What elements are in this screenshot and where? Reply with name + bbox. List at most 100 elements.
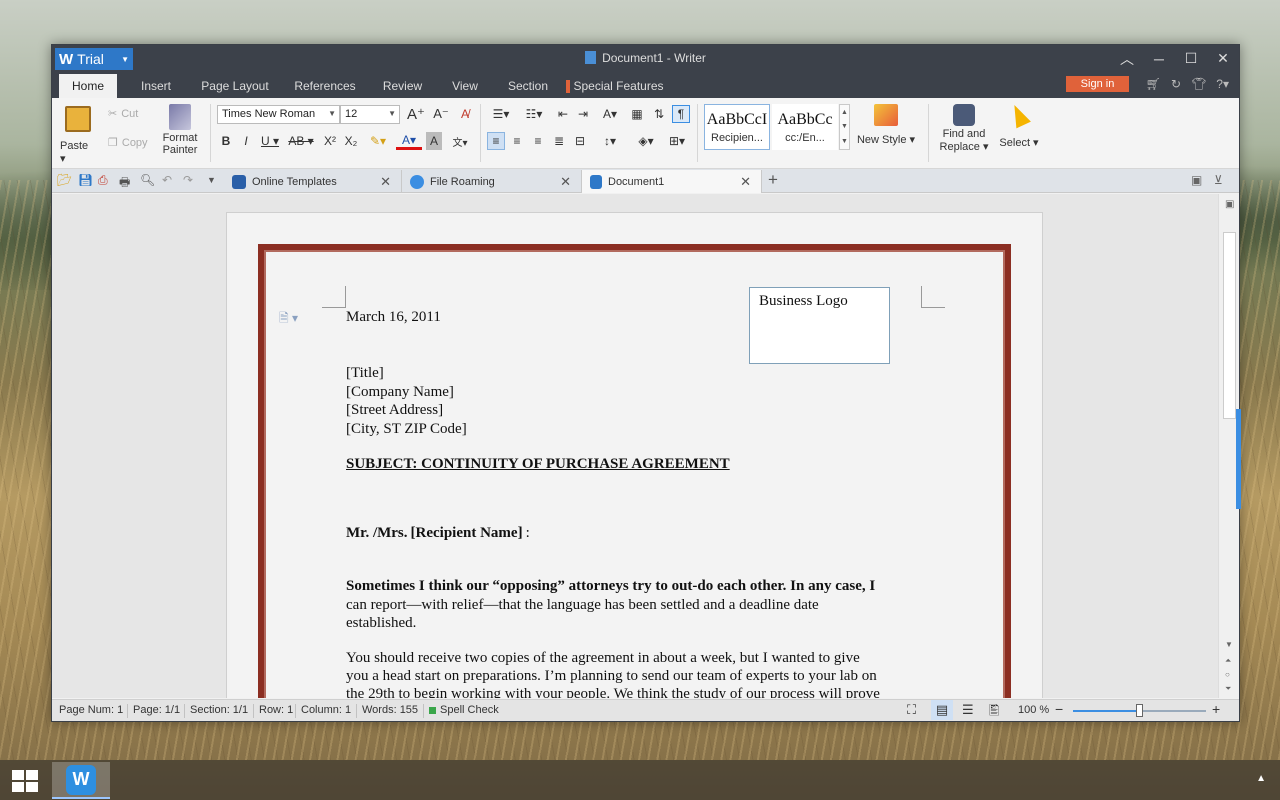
collapse-ribbon-button[interactable]: ︿ [1111, 45, 1143, 72]
recipient-address[interactable]: [Title] [Company Name] [Street Address] … [346, 364, 467, 438]
clear-format-icon[interactable]: A̸ [456, 105, 474, 123]
refresh-icon[interactable]: ↻ [1171, 77, 1181, 91]
web-view-icon[interactable]: 🖺︎ [989, 702, 999, 724]
tab-view[interactable]: View [435, 72, 495, 98]
shirt-icon[interactable]: 👕︎ [1191, 77, 1206, 91]
body-paragraph-1[interactable]: Sometimes I think our “opposing” attorne… [346, 577, 926, 633]
close-button[interactable]: ✕ [1207, 45, 1239, 72]
minimize-button[interactable]: ─ [1143, 45, 1175, 72]
customize-toolbar-icon[interactable]: ▼ [207, 175, 216, 185]
windows-start-icon[interactable] [12, 770, 38, 792]
justify-icon[interactable]: ≣ [550, 132, 568, 150]
tab-file-roaming[interactable]: File Roaming ✕ [402, 170, 582, 193]
export-pdf-icon[interactable]: ⎙ [98, 173, 108, 188]
highlight-icon[interactable]: ✎▾ [365, 132, 391, 150]
salutation[interactable]: Mr. /Mrs. [Recipient Name]: [346, 525, 530, 542]
underline-icon[interactable]: U ▾ [257, 132, 283, 150]
bullets-icon[interactable]: ☰▾ [487, 105, 515, 123]
zoom-slider[interactable] [1073, 704, 1206, 717]
style-recipient[interactable]: AaBbCcI Recipien... [704, 104, 770, 150]
decrease-indent-icon[interactable]: ⇤ [554, 105, 572, 123]
superscript-icon[interactable]: X² [321, 132, 339, 150]
increase-indent-icon[interactable]: ⇥ [574, 105, 592, 123]
tab-insert[interactable]: Insert [124, 72, 188, 98]
paste-button[interactable]: Paste ▾ [60, 106, 96, 165]
letter-date[interactable]: March 16, 2011 [346, 309, 441, 326]
scrollbar-thumb[interactable] [1223, 232, 1236, 419]
tab-options-icon[interactable]: ⊻ [1214, 173, 1223, 187]
grow-font-icon[interactable]: A⁺ [407, 105, 425, 123]
tab-online-templates[interactable]: Online Templates ✕ [224, 170, 402, 193]
next-page-icon[interactable]: ⏷ [1225, 684, 1231, 694]
document-page[interactable]: 🗎︎ ▾ Business Logo March 16, 2011 [Title… [226, 212, 1043, 698]
tab-section[interactable]: Section [495, 72, 561, 98]
zoom-level[interactable]: 100 % [1018, 704, 1049, 716]
show-marks-icon[interactable]: ¶ [672, 105, 690, 123]
numbering-icon[interactable]: ☷▾ [520, 105, 548, 123]
font-size-select[interactable]: 12 ▼ [340, 105, 400, 124]
close-icon[interactable]: ✕ [560, 174, 571, 190]
document-canvas[interactable]: 🗎︎ ▾ Business Logo March 16, 2011 [Title… [52, 194, 1220, 698]
new-style-button[interactable]: New Style ▾ [856, 104, 916, 146]
line-spacing-icon[interactable]: ↕▾ [596, 132, 624, 150]
save-icon[interactable]: 💾︎ [78, 173, 93, 187]
cart-icon[interactable]: 🛒︎ [1146, 77, 1161, 91]
align-right-icon[interactable]: ≡ [529, 132, 547, 150]
tab-document1[interactable]: Document1 ✕ [582, 170, 762, 193]
styles-scroll[interactable]: ▲ ▼ ▼ [839, 104, 850, 150]
zoom-slider-knob[interactable] [1135, 704, 1143, 717]
tab-references[interactable]: References [280, 72, 370, 98]
business-logo-placeholder[interactable]: Business Logo [749, 287, 890, 364]
bold-icon[interactable]: B [217, 132, 235, 150]
copy-button[interactable]: ❐ Copy [108, 136, 148, 150]
tab-home[interactable]: Home [59, 72, 117, 98]
close-icon[interactable]: ✕ [740, 174, 751, 190]
format-painter-button[interactable]: Format Painter [158, 104, 202, 156]
print-preview-icon[interactable]: 🔍︎ [140, 173, 155, 187]
undo-icon[interactable]: ↶ [162, 173, 172, 187]
distributed-icon[interactable]: ⊟ [571, 132, 589, 150]
font-name-select[interactable]: Times New Roman ▼ [217, 105, 340, 124]
redo-icon[interactable]: ↷ [183, 173, 193, 187]
scroll-down-arrow-icon[interactable]: ▼ [1225, 640, 1233, 649]
shading-icon[interactable]: ◈▾ [632, 132, 660, 150]
char-shading-icon[interactable]: A [426, 132, 442, 150]
page-view-icon[interactable]: ▤ [931, 700, 953, 720]
shrink-font-icon[interactable]: A⁻ [432, 105, 450, 123]
style-cc-enclosure[interactable]: AaBbCc cc:/En... [772, 104, 838, 150]
previous-page-icon[interactable]: ⏶ [1225, 656, 1231, 666]
select-button[interactable]: Select ▾ [996, 101, 1042, 149]
browse-object-icon[interactable]: ○ [1225, 670, 1230, 679]
change-case-icon[interactable]: A▾ [597, 105, 623, 123]
font-color-icon[interactable]: A▾ [396, 132, 422, 150]
maximize-button[interactable]: ☐ [1175, 45, 1207, 72]
outline-view-icon[interactable]: ☰ [962, 702, 974, 718]
borders-icon[interactable]: ⊞▾ [664, 132, 690, 150]
zoom-in-icon[interactable]: + [1212, 701, 1220, 717]
spell-check-toggle[interactable]: Spell Check [429, 704, 499, 716]
phonetic-guide-icon[interactable]: 文▾ [447, 132, 473, 150]
find-replace-button[interactable]: Find and Replace ▾ [936, 104, 992, 153]
side-panel-handle[interactable] [1236, 409, 1241, 509]
print-icon[interactable]: 🖶︎ [119, 173, 130, 194]
tray-expand-icon[interactable]: ▲ [1256, 773, 1266, 784]
open-folder-icon[interactable]: 📂︎ [57, 173, 72, 187]
help-icon[interactable]: ?▾ [1216, 77, 1229, 91]
new-tab-plus-icon[interactable]: + [768, 170, 778, 190]
taskbar-writer-button[interactable]: W [52, 762, 110, 799]
cut-button[interactable]: ✂ Cut [108, 107, 138, 121]
tab-page-layout[interactable]: Page Layout [190, 72, 280, 98]
subscript-icon[interactable]: X₂ [342, 132, 360, 150]
italic-icon[interactable]: I [237, 132, 255, 150]
scroll-options-icon[interactable]: ▣ [1225, 199, 1234, 210]
sort-icon[interactable]: ⇅ [650, 105, 668, 123]
zoom-out-icon[interactable]: − [1055, 701, 1063, 717]
body-paragraph-2[interactable]: You should receive two copies of the agr… [346, 649, 931, 698]
align-center-icon[interactable]: ≡ [508, 132, 526, 150]
strikethrough-icon[interactable]: AB ▾ [286, 132, 316, 150]
tab-special-features[interactable]: Special Features [565, 72, 665, 98]
tab-review[interactable]: Review [370, 72, 435, 98]
letter-subject[interactable]: SUBJECT: CONTINUITY OF PURCHASE AGREEMEN… [346, 456, 730, 473]
table-icon[interactable]: ▦ [628, 105, 646, 123]
tab-list-icon[interactable]: ▣ [1191, 173, 1202, 187]
